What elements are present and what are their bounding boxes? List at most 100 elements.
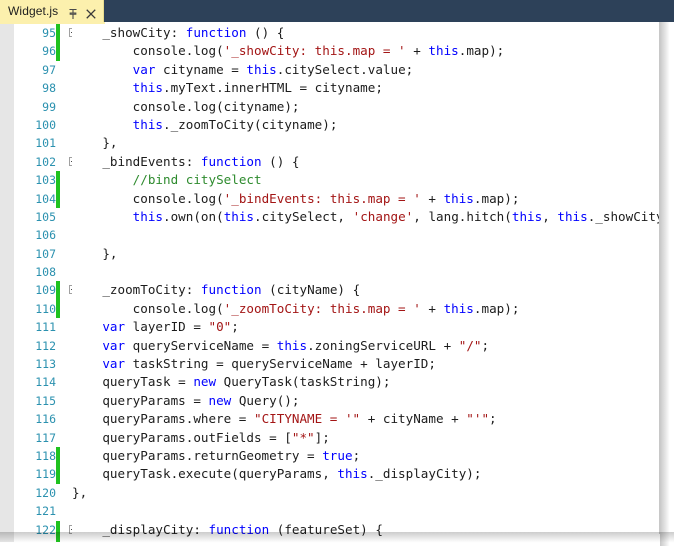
code-token: .own(on( <box>163 208 224 224</box>
code-line-text: _displayCity: function (featureSet) { <box>72 521 383 539</box>
line-number: 120 <box>35 485 56 500</box>
code-line[interactable] <box>72 263 660 281</box>
line-number: 107 <box>35 246 56 261</box>
code-line[interactable]: }, <box>72 245 660 263</box>
gutter-row: 106 <box>14 226 74 245</box>
code-line[interactable]: //bind citySelect <box>72 171 660 189</box>
line-number: 121 <box>35 504 56 519</box>
code-token: "/" <box>458 337 482 353</box>
code-line-text: _showCity: function () { <box>72 24 284 42</box>
code-line[interactable] <box>72 502 660 520</box>
code-line[interactable]: _displayCity: function (featureSet) { <box>72 521 660 539</box>
code-token: + <box>420 300 444 316</box>
line-number: 116 <box>35 412 56 427</box>
code-token: this <box>443 190 474 206</box>
code-line[interactable]: var cityname = this.citySelect.value; <box>72 61 660 79</box>
pin-icon[interactable] <box>67 5 79 20</box>
editor-surface[interactable]: 95 96 97 98 99 100 101 102 103 104 105 106 107 108 109… <box>0 24 660 542</box>
line-number: 105 <box>35 209 56 224</box>
code-line[interactable]: queryParams.where = "CITYNAME = '" + cit… <box>72 410 660 428</box>
code-token: : <box>185 153 201 169</box>
code-line[interactable]: queryTask = new QueryTask(taskString); <box>72 373 660 391</box>
gutter-row: 101 <box>14 134 74 153</box>
code-line-text: _bindEvents: function () { <box>72 153 299 171</box>
gutter-row: 96 <box>14 42 74 61</box>
change-bar <box>56 299 60 319</box>
code-text-area[interactable]: _showCity: function () { console.log('_s… <box>72 24 660 542</box>
code-token: ]; <box>314 429 330 445</box>
code-line[interactable]: _showCity: function () { <box>72 24 660 42</box>
gutter-row: 100 <box>14 115 74 135</box>
code-line[interactable]: queryParams.outFields = ["*"]; <box>72 429 660 447</box>
code-token: .map); <box>473 300 520 316</box>
code-line-text: queryParams.returnGeometry = true; <box>72 447 360 465</box>
code-line[interactable]: console.log('_bindEvents: this.map = ' +… <box>72 190 660 208</box>
code-line[interactable]: var layerID = "0"; <box>72 318 660 336</box>
code-token: + <box>405 43 429 59</box>
code-token: console <box>132 300 186 316</box>
gutter-row: 117 <box>14 428 74 447</box>
code-line[interactable]: console.log('_showCity: this.map = ' + t… <box>72 42 660 60</box>
window-right-shadow <box>660 22 674 546</box>
code-token: '_bindEvents: this.map = ' <box>223 190 421 206</box>
code-token: (featureSet) { <box>269 521 383 537</box>
code-line[interactable]: }, <box>72 484 660 502</box>
code-token: (cityName) { <box>261 282 361 298</box>
code-line[interactable] <box>72 226 660 244</box>
gutter-row: 98 <box>14 79 74 98</box>
code-token: this <box>132 116 164 132</box>
code-line[interactable]: var taskString = queryServiceName + laye… <box>72 355 660 373</box>
close-icon[interactable] <box>85 5 97 19</box>
line-number: 118 <box>35 448 56 463</box>
tab-label: Widget.js <box>8 4 59 18</box>
code-line[interactable]: _zoomToCity: function (cityName) { <box>72 281 660 299</box>
code-line[interactable]: _bindEvents: function () { <box>72 153 660 171</box>
code-line[interactable]: this.own(on(this.citySelect, 'change', l… <box>72 208 660 226</box>
code-token: _bindEvents <box>102 153 186 169</box>
code-token: .log( <box>185 300 224 316</box>
line-number: 102 <box>35 154 56 169</box>
line-number: 119 <box>35 467 56 482</box>
code-token: this <box>337 466 368 482</box>
code-token: ; <box>352 447 361 463</box>
code-token: true <box>322 447 353 463</box>
code-token: this <box>132 208 164 224</box>
code-token: _displayCity <box>102 521 194 537</box>
code-token: var <box>102 319 126 335</box>
gutter-row: 110 <box>14 299 74 319</box>
code-line[interactable]: queryTask.execute(queryParams, this._dis… <box>72 465 660 483</box>
code-token: function <box>200 282 262 298</box>
code-token: queryParams.outFields = [ <box>72 429 292 445</box>
line-number: 103 <box>35 173 56 188</box>
code-token: + <box>428 540 451 542</box>
code-token: console <box>133 540 186 542</box>
code-line[interactable]: console.log(cityname); <box>72 98 660 116</box>
code-token: .myText.innerHTML = cityname; <box>163 80 383 96</box>
code-line[interactable]: console.log('_zoomToCity: this.map = ' +… <box>72 300 660 318</box>
tab-widget-js[interactable]: Widget.js <box>0 0 105 22</box>
code-line[interactable]: console.log('_displayCity: this.map = ' … <box>72 539 660 542</box>
gutter-row: 109 <box>14 281 78 300</box>
code-token: .citySelect.value; <box>276 61 414 77</box>
code-token: _zoomToCity <box>102 282 186 298</box>
code-line[interactable]: queryParams.returnGeometry = true; <box>72 447 660 465</box>
code-token: + <box>420 190 444 206</box>
code-token: queryTask = <box>72 374 194 390</box>
code-line-text: console.log('_displayCity: this.map = ' … <box>72 539 527 542</box>
code-token: queryTask.execute(queryParams, <box>72 466 338 482</box>
code-line[interactable]: var queryServiceName = this.zoningServic… <box>72 337 660 355</box>
line-number: 95 <box>42 26 56 40</box>
selection-margin[interactable] <box>0 24 14 542</box>
code-token: var <box>132 61 156 77</box>
code-line[interactable]: queryParams = new Query(); <box>72 392 660 410</box>
code-line-text: var layerID = "0"; <box>72 318 239 336</box>
code-line[interactable]: this.myText.innerHTML = cityname; <box>72 79 660 97</box>
code-line[interactable]: }, <box>72 134 660 152</box>
code-token: new <box>208 392 232 408</box>
code-line[interactable]: this._zoomToCity(cityname); <box>72 116 660 134</box>
